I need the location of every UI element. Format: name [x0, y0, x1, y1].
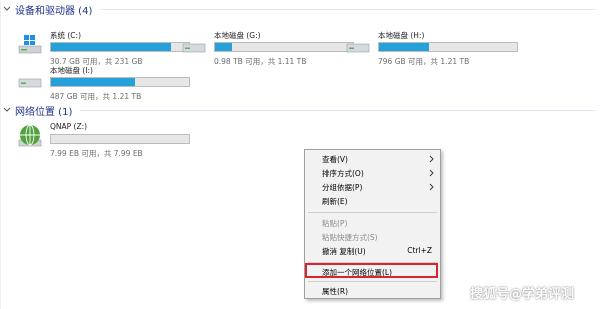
menu-item-label: 排序方式(O)	[322, 169, 364, 178]
drive-name: 本地磁盘 (I:)	[50, 66, 93, 75]
menu-item-label: 属性(R)	[322, 287, 349, 296]
menu-item-label: 查看(V)	[322, 155, 348, 164]
group-header-network[interactable]: 网络位置 (1)	[2, 102, 72, 118]
menu-item-label: 分组依据(P)	[322, 183, 363, 192]
menu-item-paste: 粘贴(P)	[305, 216, 440, 230]
drive-g[interactable]: 本地磁盘 (G:) 0.98 TB 可用，共 1.11 TB	[182, 30, 362, 76]
group-header-devices[interactable]: 设备和驱动器 (4)	[2, 1, 92, 17]
group-header-devices-label: 设备和驱动器 (4)	[15, 5, 93, 17]
usage-bar	[50, 77, 190, 87]
menu-item-label: 粘贴(P)	[322, 219, 348, 228]
menu-item-view[interactable]: 查看(V)	[305, 152, 440, 166]
group-header-network-label: 网络位置 (1)	[15, 106, 73, 118]
menu-item-label: 粘贴快捷方式(S)	[322, 233, 378, 242]
menu-item-refresh[interactable]: 刷新(E)	[305, 194, 440, 208]
menu-item-label: 刷新(E)	[322, 197, 348, 206]
menu-separator	[308, 212, 437, 213]
hard-drive-icon	[182, 43, 206, 53]
chevron-right-icon	[429, 183, 434, 191]
menu-item-label: 撤消 复制(U)	[322, 247, 366, 256]
drive-name: 系统 (C:)	[50, 31, 81, 40]
windows-system-drive-icon	[18, 35, 42, 54]
watermark: 搜狐号@学弟评测	[470, 287, 575, 302]
usage-bar	[378, 42, 518, 52]
usage-bar-fill	[51, 78, 136, 86]
menu-separator	[308, 281, 437, 282]
menu-item-sort-by[interactable]: 排序方式(O)	[305, 166, 440, 180]
drive-name: 本地磁盘 (G:)	[214, 31, 261, 40]
drive-name: 本地磁盘 (H:)	[378, 31, 425, 40]
window-edge	[0, 0, 1, 309]
chevron-right-icon	[429, 169, 434, 177]
usage-bar	[50, 42, 190, 52]
chevron-down-icon	[3, 6, 11, 11]
chevron-down-icon	[3, 107, 11, 112]
drive-free-space: 0.98 TB 可用，共 1.11 TB	[214, 57, 307, 66]
usage-bar-fill	[51, 43, 172, 51]
drive-name: QNAP (Z:)	[50, 122, 88, 131]
menu-item-group-by[interactable]: 分组依据(P)	[305, 180, 440, 194]
menu-item-properties[interactable]: 属性(R)	[305, 284, 440, 298]
drive-free-space: 7.99 EB 可用，共 7.99 EB	[50, 149, 143, 158]
hard-drive-icon	[18, 78, 42, 88]
menu-item-undo-copy[interactable]: 撤消 复制(U) Ctrl+Z	[305, 244, 440, 258]
chevron-right-icon	[429, 155, 434, 163]
network-drive-z[interactable]: QNAP (Z:) 7.99 EB 可用，共 7.99 EB	[18, 122, 198, 168]
drive-free-space: 796 GB 可用，共 1.21 TB	[378, 57, 470, 66]
network-globe-icon	[18, 124, 42, 147]
drive-h[interactable]: 本地磁盘 (H:) 796 GB 可用，共 1.21 TB	[346, 30, 526, 76]
highlight-annotation-box	[305, 263, 438, 278]
drive-free-space: 487 GB 可用，共 1.21 TB	[50, 92, 142, 101]
hard-drive-icon	[346, 43, 370, 53]
usage-bar	[50, 134, 190, 144]
menu-item-paste-shortcut: 粘贴快捷方式(S)	[305, 230, 440, 244]
usage-bar	[214, 42, 354, 52]
usage-bar-fill	[379, 43, 429, 51]
usage-bar-fill	[215, 43, 232, 51]
menu-item-shortcut: Ctrl+Z	[407, 246, 432, 255]
